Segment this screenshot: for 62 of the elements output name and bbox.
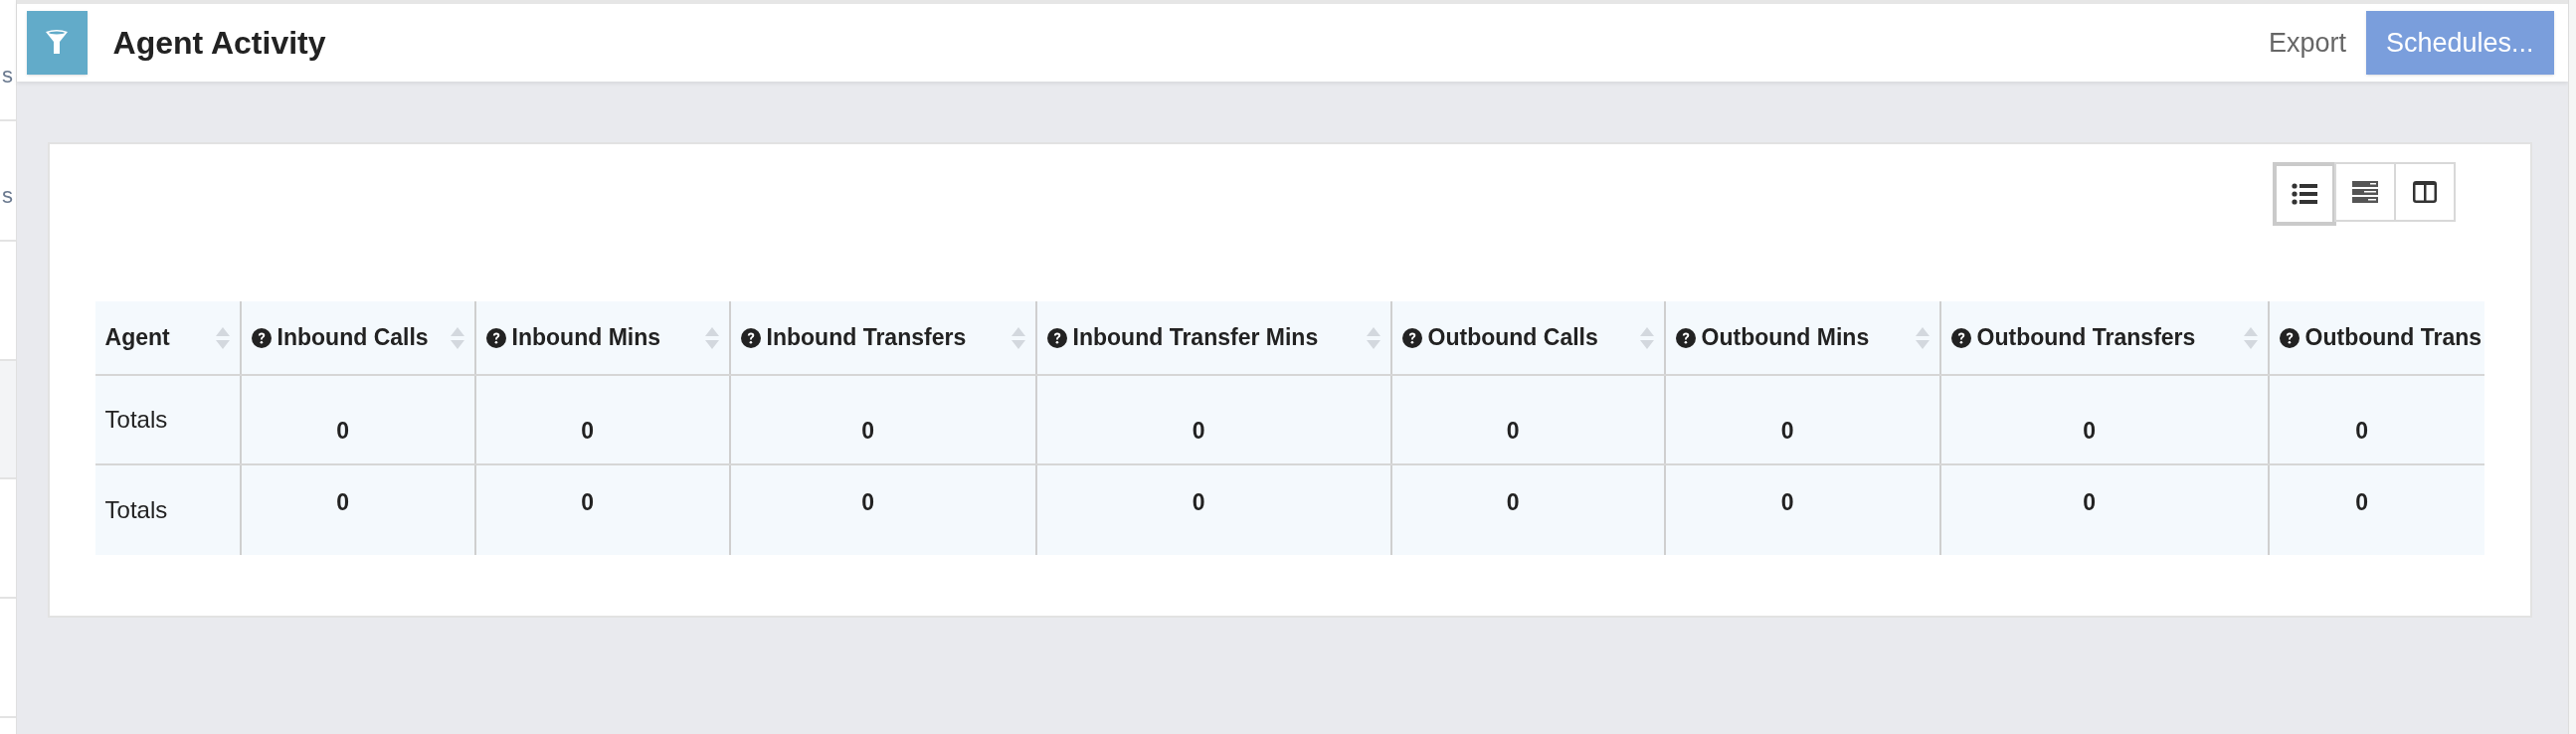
column-header-cell[interactable]: Outbound Mins [1663,301,1939,374]
column-header-cell[interactable]: Inbound Transfer Mins [1034,301,1390,374]
help-icon [740,327,761,348]
sort-icon [1366,326,1380,349]
table-cell-text: 0 [1780,488,1794,517]
table-cell-text: 0 [1506,488,1520,517]
table-cell-text: 0 [1192,417,1205,446]
filter-button[interactable] [26,11,88,75]
table-cell-text: 0 [1506,417,1520,446]
sort-icon [704,326,719,349]
help-icon [2279,327,2300,348]
column-header-cell[interactable]: Outbound Trans [2267,301,2484,374]
table-cell-text: 0 [2355,488,2368,517]
sort-icon [215,326,230,349]
view-toggle-button[interactable] [2393,162,2456,222]
table-cell-text: 0 [1780,417,1794,446]
table-cell-text: 0 [581,488,594,517]
column-label: Outbound Trans [2304,323,2483,353]
column-label: Agent [104,323,170,353]
table-cell-text: 0 [1192,488,1205,517]
table-cell-text: 0 [581,417,594,446]
column-header-cell[interactable]: Inbound Transfers [728,301,1035,374]
column-header-cell[interactable]: Inbound Calls [239,301,474,374]
view-toggle-button[interactable] [2333,162,2396,222]
help-icon [485,327,506,348]
table-cell-text: 0 [2355,417,2368,446]
split-columns-icon [2412,181,2437,203]
column-header-cell[interactable]: Outbound Transfers [1938,301,2268,374]
sort-icon [1011,326,1025,349]
sort-icon [1915,326,1930,349]
filter-icon [46,30,69,56]
column-label: Inbound Calls [276,323,429,353]
column-label: Outbound Calls [1427,323,1598,353]
stacked-rows-icon [2351,181,2378,203]
column-label: Outbound Transfers [1976,323,2196,353]
table-cell-text: 0 [861,417,874,446]
table-cell-text: 0 [336,488,349,517]
column-header-cell[interactable]: Inbound Mins [473,301,729,374]
list-icon [2291,183,2317,205]
column-label: Inbound Transfer Mins [1072,323,1319,353]
view-toggle-button[interactable] [2272,162,2336,226]
help-icon [1046,327,1067,348]
column-header-cell[interactable]: Outbound Calls [1389,301,1664,374]
table-cell-text: Totals [104,495,168,525]
sort-icon [2243,326,2258,349]
help-icon [251,327,272,348]
export-button[interactable]: Export [2248,11,2366,75]
table-cell-text: 0 [2083,488,2096,517]
column-label: Outbound Mins [1701,323,1870,353]
help-icon [1950,327,1971,348]
help-icon [1675,327,1696,348]
page-title: Agent Activity [112,24,326,63]
help-icon [1401,327,1422,348]
column-label: Inbound Transfers [766,323,967,353]
column-label: Inbound Mins [511,323,661,353]
column-header-cell[interactable]: Agent [94,301,240,374]
sort-icon [1639,326,1654,349]
table-cell-text: 0 [336,417,349,446]
sort-icon [450,326,464,349]
table-cell-text: 0 [861,488,874,517]
table-cell-text: Totals [104,405,168,435]
table-cell-text: 0 [2083,417,2096,446]
